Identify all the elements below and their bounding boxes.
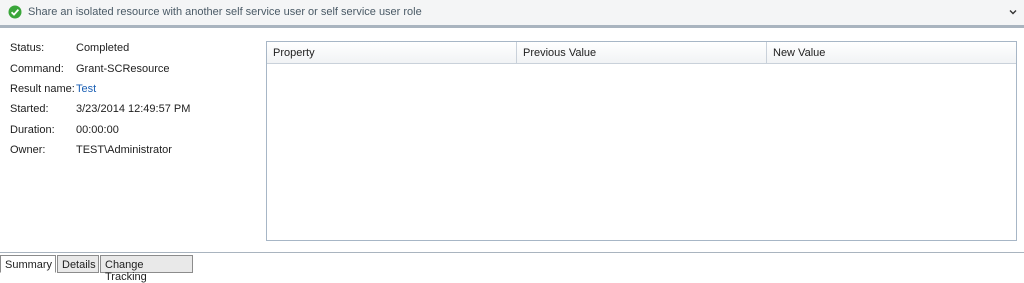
column-header-property[interactable]: Property [267, 42, 517, 63]
tab-details[interactable]: Details [57, 255, 99, 273]
status-value: Completed [76, 42, 130, 54]
change-grid[interactable]: Property Previous Value New Value [266, 41, 1017, 241]
result-name-label: Result name: [10, 83, 75, 95]
started-value: 3/23/2014 12:49:57 PM [76, 103, 191, 115]
job-title: Share an isolated resource with another … [28, 6, 422, 18]
command-value: Grant-SCResource [76, 63, 170, 75]
grid-header: Property Previous Value New Value [267, 42, 1016, 64]
tab-summary[interactable]: Summary [0, 255, 56, 273]
tab-strip: Summary Details Change Tracking [0, 252, 1024, 283]
started-label: Started: [10, 103, 49, 115]
column-header-previous-value[interactable]: Previous Value [517, 42, 767, 63]
tab-change-tracking[interactable]: Change Tracking [100, 255, 193, 283]
duration-value: 00:00:00 [76, 124, 119, 136]
duration-label: Duration: [10, 124, 55, 136]
owner-value: TEST\Administrator [76, 144, 172, 156]
owner-label: Owner: [10, 144, 46, 156]
result-name-link[interactable]: Test [76, 83, 96, 95]
status-label: Status: [10, 42, 45, 54]
checkmark-circle-icon [8, 5, 22, 19]
chevron-down-icon[interactable] [1008, 7, 1018, 17]
column-header-new-value[interactable]: New Value [767, 42, 1016, 63]
job-header: Share an isolated resource with another … [0, 0, 1024, 28]
command-label: Command: [10, 63, 64, 75]
